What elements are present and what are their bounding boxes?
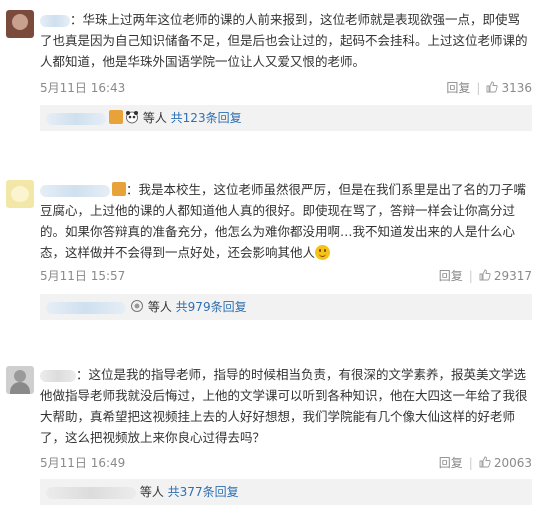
like-button[interactable]: 29317: [479, 269, 532, 283]
avatar[interactable]: [6, 366, 34, 394]
comment-time: 5月11日 16:43: [40, 81, 126, 95]
sub-replies-suffix: 等人: [139, 485, 164, 499]
comment-time: 5月11日 15:57: [40, 269, 126, 283]
like-button[interactable]: 20063: [479, 456, 532, 470]
username-blurred[interactable]: [40, 14, 70, 27]
username-blurred[interactable]: [46, 112, 106, 125]
comment-text: ：我是本校生，这位老师虽然很严厉，但是在我们系里是出了名的刀子嘴豆腐心，上过他的…: [40, 179, 532, 263]
panda-emoji-icon: [125, 107, 139, 124]
sub-replies-suffix: 等人: [147, 300, 172, 314]
comment-body: ：华珠上过两年这位老师的课的人前来报到，这位老师就是表现欲强一点，即使骂了也真是…: [40, 12, 528, 69]
sub-replies[interactable]: 等人 共377条回复: [40, 479, 532, 505]
like-button[interactable]: 3136: [486, 81, 532, 95]
divider: |: [476, 81, 481, 95]
avatar[interactable]: [6, 10, 34, 38]
comment-item: ：这位是我的指导老师，指导的时候相当负责，有很深的文学素养，报英美文学选他做指导…: [0, 358, 541, 512]
comment-actions: 回复 | 20063: [439, 454, 532, 471]
comment-actions: 回复 | 3136: [446, 79, 532, 96]
comment-time: 5月11日 16:49: [40, 456, 126, 470]
thumbs-up-icon: [487, 81, 499, 93]
comment-actions: 回复 | 29317: [439, 267, 532, 284]
username-blurred[interactable]: [46, 486, 136, 499]
smile-emoji-icon: [315, 245, 331, 260]
like-count: 29317: [493, 269, 532, 283]
comment-text: ：华珠上过两年这位老师的课的人前来报到，这位老师就是表现欲强一点，即使骂了也真是…: [40, 9, 532, 72]
comment-meta: 5月11日 16:43 回复 | 3136: [40, 79, 532, 97]
divider: |: [468, 456, 473, 470]
username-blurred[interactable]: [46, 301, 126, 314]
medal-icon: [112, 182, 126, 196]
reply-button[interactable]: 回复: [439, 456, 463, 470]
like-count: 20063: [493, 456, 532, 470]
view-replies-link[interactable]: 共377条回复: [168, 485, 239, 499]
avatar[interactable]: [6, 180, 34, 208]
username-blurred[interactable]: [40, 184, 110, 197]
reply-button[interactable]: 回复: [446, 81, 470, 95]
comment-item: ：我是本校生，这位老师虽然很严厉，但是在我们系里是出了名的刀子嘴豆腐心，上过他的…: [0, 170, 541, 330]
reply-button[interactable]: 回复: [439, 269, 463, 283]
sub-replies[interactable]: 等人 共123条回复: [40, 105, 532, 131]
thumbs-up-icon: [479, 269, 491, 281]
divider: |: [468, 269, 473, 283]
sub-replies-suffix: 等人: [142, 111, 167, 125]
sub-replies[interactable]: 等人 共979条回复: [40, 294, 532, 320]
like-count: 3136: [501, 81, 532, 95]
comment-item: ：华珠上过两年这位老师的课的人前来报到，这位老师就是表现欲强一点，即使骂了也真是…: [0, 0, 541, 150]
comment-meta: 5月11日 16:49 回复 | 20063: [40, 454, 532, 472]
comment-text: ：这位是我的指导老师，指导的时候相当负责，有很深的文学素养，报英美文学选他做指导…: [40, 364, 532, 448]
thumbs-up-icon: [479, 456, 491, 468]
view-replies-link[interactable]: 共123条回复: [171, 111, 242, 125]
username-blurred[interactable]: [40, 369, 76, 382]
badge-icon: [130, 296, 144, 312]
medal-icon: [109, 110, 123, 124]
comment-meta: 5月11日 15:57 回复 | 29317: [40, 267, 532, 285]
comment-body: ：这位是我的指导老师，指导的时候相当负责，有很深的文学素养，报英美文学选他做指导…: [40, 367, 528, 445]
view-replies-link[interactable]: 共979条回复: [176, 300, 247, 314]
